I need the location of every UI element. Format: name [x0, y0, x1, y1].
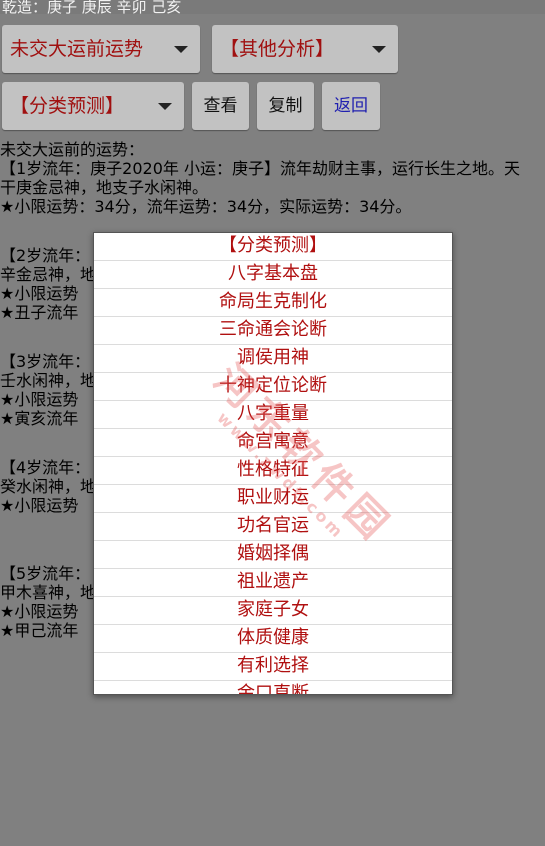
- copy-button[interactable]: 复制: [257, 82, 314, 130]
- yun-spinner[interactable]: 未交大运前运势: [2, 25, 200, 73]
- content-line: ★小限运势：34分，流年运势：34分，实际运势：34分。: [0, 197, 412, 216]
- content-line: 干庚金忌神，地支子水闲神。: [0, 178, 209, 197]
- chevron-down-icon: [372, 46, 386, 53]
- dialog-item-marriage[interactable]: 婚姻择偶: [94, 541, 452, 569]
- dialog-item-bazi-basic[interactable]: 八字基本盘: [94, 261, 452, 289]
- dialog-item-category-header[interactable]: 【分类预测】: [94, 233, 452, 261]
- yun-spinner-label: 未交大运前运势: [10, 38, 144, 60]
- dialog-item-heritage[interactable]: 祖业遗产: [94, 569, 452, 597]
- back-button[interactable]: 返回: [322, 82, 380, 130]
- dialog-item-health[interactable]: 体质健康: [94, 625, 452, 653]
- dialog-item-favorable[interactable]: 有利选择: [94, 653, 452, 681]
- dialog-item-jinkou[interactable]: 金口直断: [94, 681, 452, 694]
- chevron-down-icon: [174, 46, 188, 53]
- category-spinner-label: 【分类预测】: [10, 95, 125, 117]
- dialog-item-shishen[interactable]: 十神定位论断: [94, 373, 452, 401]
- dialog-item-career[interactable]: 职业财运: [94, 485, 452, 513]
- other-analysis-spinner[interactable]: 【其他分析】: [212, 25, 398, 73]
- dialog-item-official[interactable]: 功名官运: [94, 513, 452, 541]
- view-button[interactable]: 查看: [192, 82, 249, 130]
- chevron-down-icon: [158, 103, 172, 110]
- content-line: 未交大运前的运势：: [0, 140, 145, 159]
- dialog-item-shengke[interactable]: 命局生克制化: [94, 289, 452, 317]
- dialog-item-family[interactable]: 家庭子女: [94, 597, 452, 625]
- category-spinner[interactable]: 【分类预测】: [2, 82, 184, 130]
- chart-header-text: 乾造：庚子 庚辰 辛卯 己亥: [0, 0, 545, 14]
- dialog-item-minggong[interactable]: 命宫寓意: [94, 429, 452, 457]
- content-line: 【1岁流年：庚子2020年 小运：庚子】流年劫财主事，运行长生之地。天: [0, 159, 520, 178]
- other-analysis-label: 【其他分析】: [220, 38, 335, 60]
- category-dropdown-dialog: 【分类预测】 八字基本盘 命局生克制化 三命通会论断 调侯用神 十神定位论断 八…: [93, 232, 453, 695]
- dialog-item-bazi-weight[interactable]: 八字重量: [94, 401, 452, 429]
- dialog-item-personality[interactable]: 性格特征: [94, 457, 452, 485]
- dialog-item-sanming[interactable]: 三命通会论断: [94, 317, 452, 345]
- dialog-item-tiaohou[interactable]: 调侯用神: [94, 345, 452, 373]
